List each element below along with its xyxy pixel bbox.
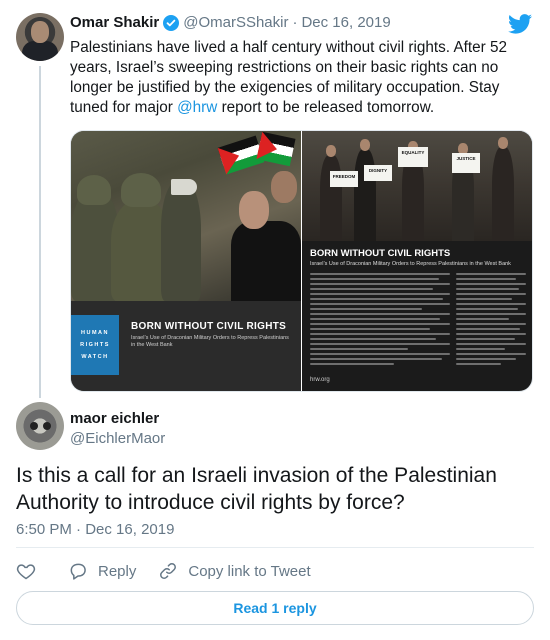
reply-author-name[interactable]: maor eichler [70,410,159,427]
protester-figure [320,155,342,241]
thread-connector-line [39,66,41,398]
megaphone-shape [171,179,197,195]
helmet-shape [121,173,161,207]
avatar-eye [30,422,38,430]
parent-author-avatar[interactable] [16,13,64,61]
helmet-shape [77,175,111,205]
report-body-text-side [456,273,526,368]
hrw-logo: HUMAN RIGHTS WATCH [71,315,119,375]
parent-tweet-date[interactable]: Dec 16, 2019 [301,14,390,31]
link-icon [160,563,177,579]
protest-sign: FREEDOM [330,171,358,187]
avatar-face [31,21,49,43]
heart-icon [16,564,36,580]
protester-face [239,191,269,229]
reply-time[interactable]: 6:50 PM [16,521,72,538]
tweet-actions-bar: Reply Copy link to Tweet [16,558,333,584]
report-subtitle-left: Israel’s Use of Draconian Military Order… [131,335,289,348]
avatar-suit [22,41,58,61]
like-button[interactable] [16,561,46,581]
reply-label[interactable]: Reply [98,563,136,580]
parent-author-name[interactable]: Omar Shakir [70,14,159,31]
reply-date[interactable]: Dec 16, 2019 [85,521,174,538]
header-separator: · [292,14,298,31]
avatar-eye [43,422,51,430]
report-url: hrw.org [310,377,330,383]
protest-sign: EQUALITY [398,147,428,167]
protester-figure [492,147,514,241]
verified-badge-icon [163,14,180,31]
protester-face [498,137,508,149]
report-title-left: BORN WITHOUT CIVIL RIGHTS [131,321,287,332]
parent-tweet-text: Palestinians have lived a half century w… [70,38,526,118]
divider-top [16,547,534,548]
protester-shirt [231,221,301,301]
reply-author-avatar[interactable] [16,402,64,450]
protester-figure [354,149,376,241]
protest-photo: FREEDOM DIGNITY EQUALITY JUSTICE [302,131,532,241]
parent-author-handle[interactable]: @OmarSShakir [183,14,288,31]
tweet-media[interactable]: HUMAN RIGHTS WATCH BORN WITHOUT CIVIL RI… [70,130,533,392]
reply-author-handle[interactable]: @EichlerMaor [70,430,165,447]
reply-timestamp[interactable]: 6:50 PM · Dec 16, 2019 [16,521,174,538]
read-replies-button[interactable]: Read 1 reply [16,591,534,625]
soldiers-photo [71,131,301,301]
report-body-text-main [310,273,450,368]
speech-bubble-icon [70,563,86,580]
protest-sign: DIGNITY [364,165,392,181]
parent-text-part-2: report to be released tomorrow. [217,99,435,116]
media-image-right[interactable]: FREEDOM DIGNITY EQUALITY JUSTICE BORN WI… [302,131,532,391]
protester-face [271,171,297,203]
reply-tweet-text: Is this a call for an Israeli invasion o… [16,464,497,514]
copy-link-button[interactable]: Copy link to Tweet [158,561,311,581]
protester-face [360,139,370,151]
report-subtitle-right: Israel’s Use of Draconian Military Order… [310,261,511,267]
protester-face [326,145,336,157]
report-title-right: BORN WITHOUT CIVIL RIGHTS [310,248,451,259]
hrw-report-banner: HUMAN RIGHTS WATCH BORN WITHOUT CIVIL RI… [71,301,301,391]
copy-link-label[interactable]: Copy link to Tweet [188,563,310,580]
protest-sign: JUSTICE [452,153,480,173]
soldier-figure [161,181,201,301]
reply-button[interactable]: Reply [68,561,136,581]
mention-link[interactable]: @hrw [177,99,217,116]
timestamp-separator: · [76,521,82,538]
twitter-logo-icon[interactable] [508,14,532,34]
parent-tweet-header: Omar Shakir @OmarSShakir · Dec 16, 2019 [70,14,391,31]
media-image-left[interactable]: HUMAN RIGHTS WATCH BORN WITHOUT CIVIL RI… [71,131,301,391]
